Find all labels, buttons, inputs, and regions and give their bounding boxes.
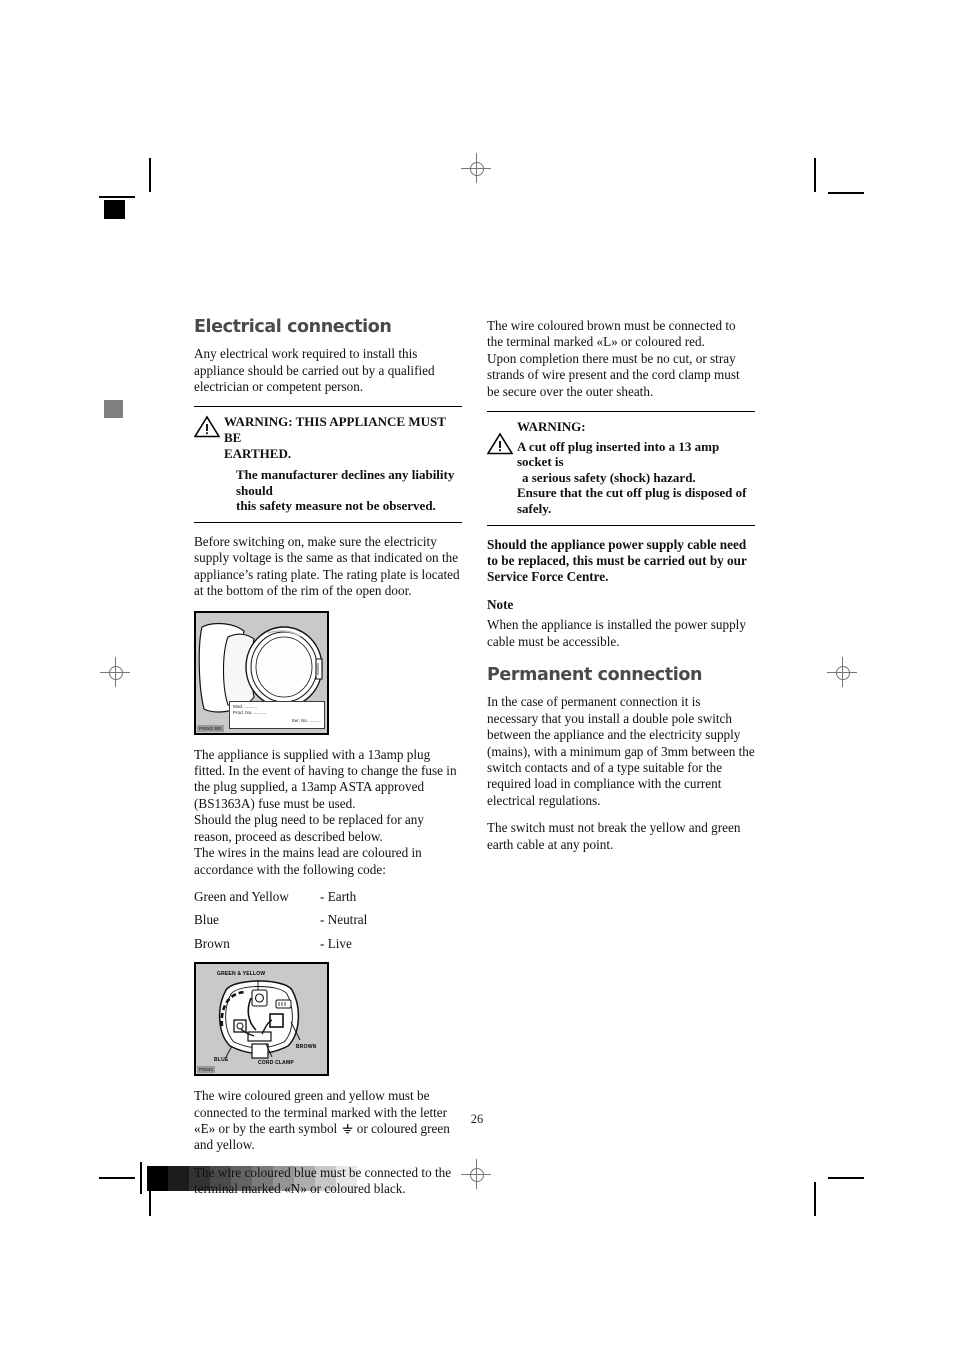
warning-triangle-icon: [194, 415, 220, 438]
service-force-paragraph: Should the appliance power supply cable …: [487, 536, 747, 585]
warning-line-3: The manufacturer declines any liability …: [236, 467, 455, 498]
wires-intro-paragraph: The wires in the mains lead are coloured…: [194, 845, 422, 877]
document-page: Electrical connection Any electrical wor…: [0, 0, 954, 1350]
wire-function: - Neutral: [320, 912, 368, 928]
wire-colour-name: Blue: [194, 912, 219, 928]
warning-line-1: WARNING: THIS APPLIANCE MUST BE: [224, 414, 446, 446]
intro-paragraph: Any electrical work required to install …: [194, 346, 435, 395]
warning-line-1: A cut off plug inserted into a 13 amp so…: [517, 438, 720, 470]
wire-colour-name: Green and Yellow: [194, 888, 289, 904]
wire-code-row: Blue - Neutral: [194, 912, 462, 928]
grey-step: [147, 1166, 168, 1191]
figure-code-door: P0042 BD: [197, 724, 224, 732]
plug-label-cord-clamp: CORD CLAMP: [258, 1060, 294, 1067]
right-column: The wire coloured brown must be connecte…: [487, 318, 755, 864]
left-column: Electrical connection Any electrical wor…: [194, 317, 462, 1209]
completion-paragraph: Upon completion there must be no cut, or…: [487, 350, 740, 399]
crop-mark-top-left-vertical: [149, 158, 151, 192]
registration-mark-bottom: [461, 1159, 491, 1189]
rating-plate-ser-no: Ser. No. .........: [291, 718, 321, 724]
brown-connection-paragraph: The wire coloured brown must be connecte…: [487, 318, 736, 350]
plug-supplied-paragraph: The appliance is supplied with a 13amp p…: [194, 746, 457, 811]
rating-plate-prod-no: Prod. No. ..........: [233, 709, 267, 715]
wire-colour-code-list: Green and Yellow - Earth Blue - Neutral …: [194, 889, 462, 952]
plug-replace-paragraph: Should the plug need to be replaced for …: [194, 812, 424, 844]
page-title-electrical-connection: Electrical connection: [194, 317, 392, 337]
plug-illustration: [196, 964, 323, 1071]
plug-label-blue: BLUE: [214, 1057, 229, 1064]
warning-line-2: a serious safety (shock) hazard.: [522, 469, 696, 485]
grey-calibration-square: [104, 400, 123, 418]
crop-mark-top-left-horizontal: [99, 196, 135, 198]
warning-line-2: EARTHED.: [224, 445, 292, 461]
warning-line-4: this safety measure not be observed.: [236, 498, 436, 514]
wire-function: - Live: [320, 935, 352, 951]
warning-line-3: Ensure that the cut off plug is disposed…: [517, 485, 747, 501]
grey-strip-bar: [140, 1162, 142, 1194]
section-title-permanent-connection: Permanent connection: [487, 665, 703, 686]
note-heading: Note: [487, 596, 514, 612]
warning-line-4: safely.: [517, 501, 552, 516]
blue-connection-paragraph: The wire coloured blue must be connected…: [194, 1164, 452, 1197]
warning-heading: WARNING:: [517, 419, 586, 435]
plug-wiring-diagram: GREEN & YELLOW BROWN BLUE CORD CLAMP P00…: [194, 962, 329, 1077]
warning-triangle-icon: [487, 432, 513, 455]
rating-plate-label: Mod. .......... Prod. No. .......... Ser…: [229, 700, 325, 729]
rating-plate-door-diagram: Mod. .......... Prod. No. .......... Ser…: [194, 610, 329, 735]
wire-code-row: Brown - Live: [194, 936, 462, 952]
wire-code-row: Green and Yellow - Earth: [194, 889, 462, 905]
registration-mark-left: [100, 657, 130, 687]
crop-mark-top-right-vertical: [814, 158, 816, 192]
page-number: 26: [470, 1112, 484, 1126]
crop-mark-top-right-horizontal: [828, 192, 864, 194]
wire-colour-name: Brown: [194, 935, 230, 951]
plug-label-brown: BROWN: [296, 1044, 317, 1051]
note-paragraph: When the appliance is installed the powe…: [487, 617, 746, 649]
registration-mark-top: [461, 153, 491, 183]
plug-label-green-yellow: GREEN & YELLOW: [217, 971, 266, 978]
warning-box-earthed: WARNING: THIS APPLIANCE MUST BE EARTHED.…: [194, 406, 462, 524]
grey-step: [168, 1166, 189, 1191]
crop-mark-bottom-right-horizontal: [828, 1177, 864, 1179]
permanent-connection-paragraph: In the case of permanent connection it i…: [487, 694, 755, 808]
crop-mark-bottom-left-horizontal: [99, 1177, 135, 1179]
black-calibration-square: [104, 200, 125, 219]
figure-code-plug: P0041: [197, 1066, 216, 1074]
warning-box-cut-off-plug: WARNING: A cut off plug inserted into a …: [487, 411, 755, 526]
before-switching-paragraph: Before switching on, make sure the elect…: [194, 534, 460, 599]
crop-mark-bottom-right-vertical: [814, 1182, 816, 1216]
wire-function: - Earth: [320, 888, 357, 904]
registration-mark-right: [827, 657, 857, 687]
switch-earth-paragraph: The switch must not break the yellow and…: [487, 820, 741, 852]
